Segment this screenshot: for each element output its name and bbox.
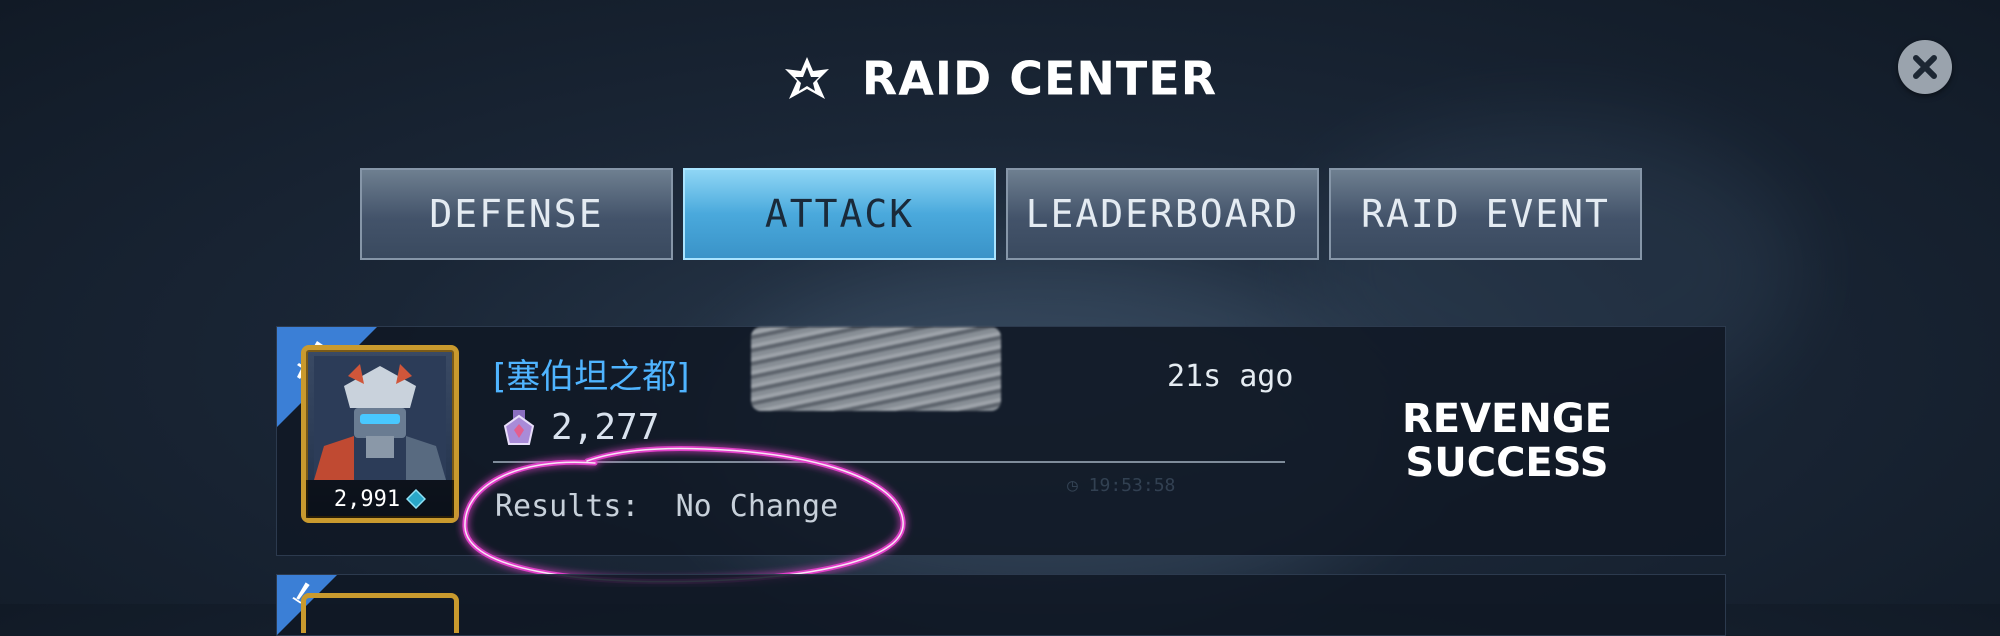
avatar[interactable]: 2,991 [301, 345, 459, 523]
raid-entry-card[interactable]: 2,991 [塞伯坦之都] 21s ago 2,277 ◷ 19:53:58 R… [276, 326, 1726, 585]
tab-attack[interactable]: ATTACK [683, 168, 996, 260]
raid-entry-card[interactable] [276, 574, 1726, 636]
spark-gem-icon [406, 489, 427, 509]
results-label: Results: [495, 489, 640, 524]
raid-status-line2: SUCCESS [1405, 440, 1609, 486]
autobot-faction-icon [784, 56, 829, 99]
avatar-power-bar: 2,991 [306, 480, 454, 518]
raid-medal-icon [503, 409, 535, 445]
time-ago: 21s ago [1167, 359, 1294, 394]
avatar-power-value: 2,991 [333, 486, 401, 512]
page-title-label: RAID CENTER [861, 51, 1218, 106]
close-button[interactable] [1898, 40, 1952, 94]
divider [493, 461, 1285, 463]
score-row: 2,277 [503, 407, 659, 448]
raid-status: REVENGE SUCCESS [1297, 397, 1717, 485]
results-text: Results: No Change [495, 489, 838, 524]
avatar[interactable] [301, 593, 459, 633]
score-value: 2,277 [551, 407, 660, 448]
page-title: RAID CENTER [0, 48, 2000, 106]
tab-leaderboard[interactable]: LEADERBOARD [1006, 168, 1319, 260]
background-timer-text: ◷ 19:53:58 [1067, 475, 1176, 496]
results-value: No Change [675, 489, 839, 524]
robot-portrait [314, 356, 446, 480]
tab-defense[interactable]: DEFENSE [360, 168, 673, 260]
raid-status-line1: REVENGE [1401, 396, 1613, 442]
tab-bar: DEFENSE ATTACK LEADERBOARD RAID EVENT [360, 168, 1652, 260]
tab-raid-event[interactable]: RAID EVENT [1329, 168, 1642, 260]
close-icon [1913, 55, 1937, 79]
player-name[interactable]: [塞伯坦之都] [493, 349, 690, 398]
redacted-scribble [751, 327, 1001, 411]
